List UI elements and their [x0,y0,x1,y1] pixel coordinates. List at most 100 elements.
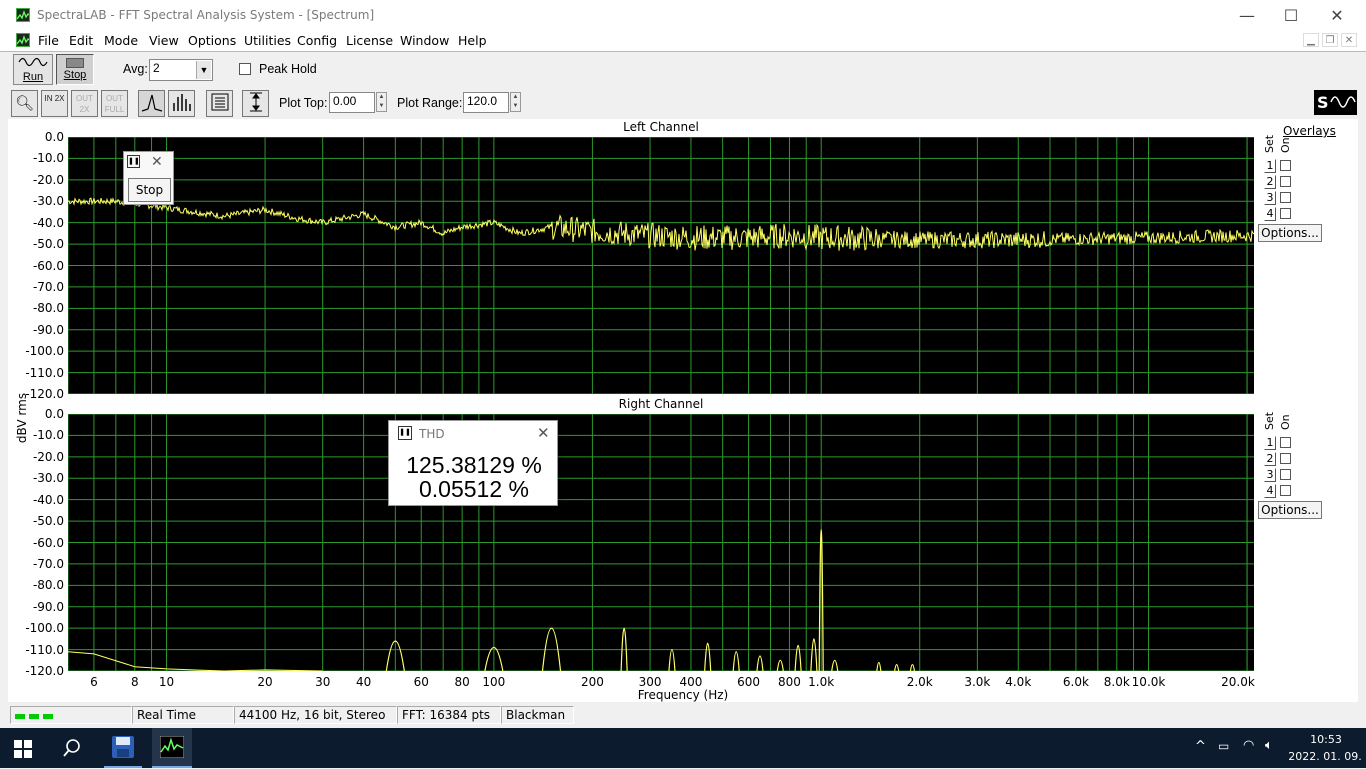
tray-chevron-up-icon[interactable]: ^ [1195,739,1206,754]
overlay-set-4-checkbox[interactable] [1280,485,1291,496]
overlay-set-3-button[interactable]: 3 [1264,191,1276,205]
y-tick-label: -110.0 [25,365,64,380]
mdi-restore-button[interactable]: ❐ [1322,33,1338,47]
menu-help[interactable]: Help [458,33,487,48]
line-plot-button[interactable] [138,90,165,117]
left-channel-plot [67,136,1255,395]
bar-plot-button[interactable] [168,90,195,117]
thd-popup-title: THD [419,427,445,441]
network-icon[interactable]: ◠ [1243,738,1254,753]
x-tick-label: 400 [679,675,703,689]
x-tick-label: 20.0k [1221,675,1255,689]
left-set-label: Set [1263,134,1276,153]
spectrum-peak [776,659,784,672]
overlay-set-2-checkbox[interactable] [1280,176,1291,187]
y-tick-label: -60.0 [32,258,64,273]
zoom-magnifier-button[interactable]: 🔍︎ [11,90,38,117]
menu-mode[interactable]: Mode [104,33,138,48]
stop-popup-button[interactable]: Stop [128,178,171,202]
right-options-button[interactable]: Options... [1258,501,1322,519]
overlay-set-1-button[interactable]: 1 [1264,436,1276,450]
x-tick-label: 3.0k [964,675,991,689]
plot-range-input[interactable]: 120.0 [463,92,509,113]
document-icon[interactable] [16,33,30,47]
right-on-label: On [1279,414,1292,430]
stop-popup-close-icon[interactable]: ✕ [151,153,163,170]
overlay-set-2-button[interactable]: 2 [1264,452,1276,466]
menu-view[interactable]: View [149,33,179,48]
menu-file[interactable]: File [38,33,59,48]
search-icon[interactable] [62,738,82,761]
maximize-button[interactable]: ☐ [1268,0,1314,30]
thd-popup-close-icon[interactable]: ✕ [537,424,550,442]
y-tick-label: -20.0 [32,449,64,464]
status-fft: FFT: 16384 pts [397,706,501,724]
peak-hold-checkbox[interactable] [239,63,251,75]
app-icon[interactable] [16,8,30,22]
thd-value-2: 0.05512 % [419,476,529,502]
overlay-set-3-button[interactable]: 3 [1264,468,1276,482]
stop-button[interactable]: Stop [56,54,94,85]
overlays-link[interactable]: Overlays [1283,124,1336,138]
menu-utilities[interactable]: Utilities [244,33,291,48]
taskbar-save-app[interactable] [104,728,142,768]
clock-time[interactable]: 10:53 [1296,733,1356,746]
y-tick-label: -60.0 [32,535,64,550]
mdi-close-button[interactable]: ✕ [1341,33,1357,47]
y-tick-label: -70.0 [32,279,64,294]
settings-panel-button[interactable] [206,90,233,117]
overlay-set-4-button[interactable]: 4 [1264,484,1276,498]
overlay-set-1-button[interactable]: 1 [1264,159,1276,173]
zoom-out-full-button[interactable]: OUT FULL [101,90,128,117]
mdi-minimize-button[interactable]: ▁ [1303,33,1319,47]
overlay-set-3-checkbox[interactable] [1280,192,1291,203]
signal-generator-icon[interactable]: S [1314,90,1357,115]
menu-window[interactable]: Window [400,33,449,48]
minimize-button[interactable]: — [1224,0,1270,30]
menu-options[interactable]: Options [188,33,236,48]
plot-top-spinner[interactable]: ▲ ▼ [376,92,387,112]
avg-select[interactable]: 2 ▼ [149,59,213,81]
plot-range-spinner[interactable]: ▲ ▼ [510,92,521,112]
zoom-in-2x-button[interactable]: IN 2X [41,90,68,117]
overlay-set-2-button[interactable]: 2 [1264,175,1276,189]
taskbar-spectralab-app[interactable] [152,728,192,768]
menu-edit[interactable]: Edit [69,33,93,48]
y-tick-label: -50.0 [32,514,64,529]
menu-license[interactable]: License [346,33,393,48]
stop-icon [66,58,84,68]
menu-config[interactable]: Config [297,33,337,48]
toolbar-main: Run Stop Avg: 2 ▼ Peak Hold [0,51,1366,86]
spectrum-peak [704,642,712,672]
title-bar: SpectraLAB - FFT Spectral Analysis Syste… [0,0,1366,30]
volume-icon[interactable]: 🔈︎ [1265,738,1273,753]
overlay-set-3-checkbox[interactable] [1280,469,1291,480]
overlay-set-4-button[interactable]: 4 [1264,207,1276,221]
stop-popup: ❚❚ ✕ Stop [123,151,174,205]
pause-icon[interactable]: ❚❚ [127,155,140,168]
spectrum-peak [876,661,882,672]
battery-icon[interactable]: ▭ [1218,739,1229,753]
status-mode: Real Time [132,706,234,724]
level-meter [10,706,132,724]
overlay-set-1-checkbox[interactable] [1280,160,1291,171]
left-channel-chart [67,136,1255,395]
windows-start-icon[interactable] [14,740,32,761]
range-button[interactable] [242,90,269,117]
x-tick-label: 20 [257,675,273,689]
thd-pause-icon[interactable]: ❚❚ [398,426,412,440]
overlay-set-1-checkbox[interactable] [1280,437,1291,448]
left-options-button[interactable]: Options... [1258,224,1322,242]
plot-top-input[interactable]: 0.00 [329,92,375,113]
x-tick-label: 1.0k [808,675,835,689]
overlay-set-4-checkbox[interactable] [1280,208,1291,219]
x-tick-label: 100 [482,675,506,689]
zoom-out-2x-button[interactable]: OUT 2X [71,90,98,117]
overlay-set-2-checkbox[interactable] [1280,453,1291,464]
close-button[interactable]: ✕ [1314,0,1360,30]
clock-date[interactable]: 2022. 01. 09. [1288,750,1362,763]
floppy-disk-icon [112,736,134,758]
run-button[interactable]: Run [13,54,53,85]
chevron-down-icon[interactable]: ▼ [196,61,211,79]
y-tick-label: -40.0 [32,492,64,507]
